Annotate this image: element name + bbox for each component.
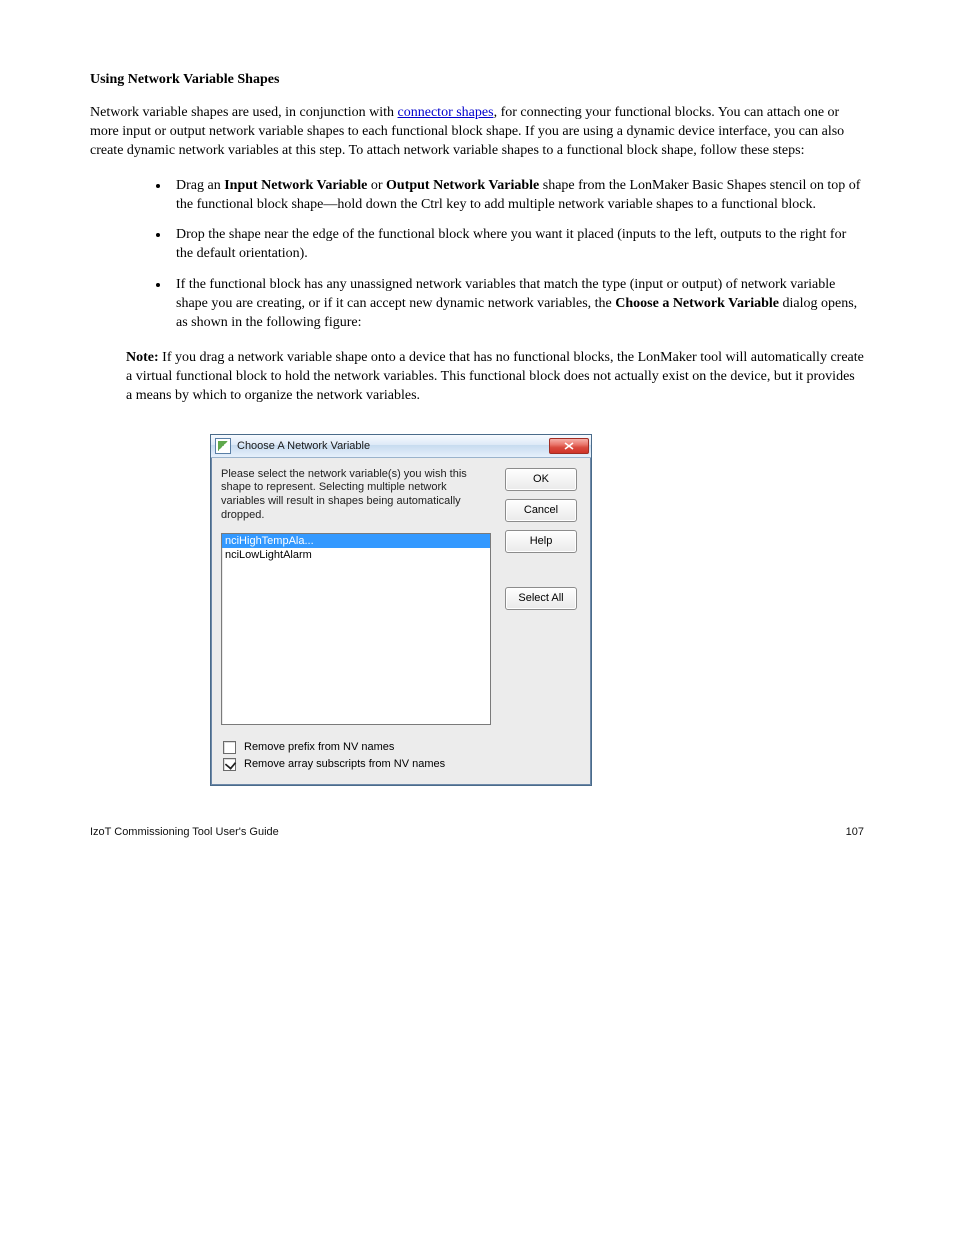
bullet-item: Drag an Input Network Variable or Output… — [170, 177, 864, 215]
bullet-item: Drop the shape near the edge of the func… — [170, 226, 864, 264]
close-button[interactable] — [549, 438, 589, 454]
note-label: Note: — [126, 350, 162, 365]
bullet-list: Drag an Input Network Variable or Output… — [90, 177, 864, 333]
dialog-titlebar: Choose A Network Variable — [211, 435, 591, 458]
bullet-text: Drag an — [176, 178, 224, 193]
connector-shapes-link[interactable]: connector shapes — [398, 105, 494, 120]
remove-subscripts-label: Remove array subscripts from NV names — [244, 758, 445, 770]
remove-prefix-checkbox[interactable] — [223, 741, 236, 754]
section-heading: Using Network Variable Shapes — [90, 72, 864, 88]
bullet-bold-2: Output Network Variable — [386, 178, 539, 193]
list-item[interactable]: nciHighTempAla... — [222, 534, 490, 548]
bullet-bold-1: Input Network Variable — [224, 178, 367, 193]
bullet-item: If the functional block has any unassign… — [170, 276, 864, 333]
dialog-instructions: Please select the network variable(s) yo… — [221, 468, 491, 523]
remove-subscripts-checkbox[interactable] — [223, 758, 236, 771]
app-icon — [215, 438, 231, 454]
bullet-bold-1: Choose a Network Variable — [615, 296, 779, 311]
cancel-button[interactable]: Cancel — [505, 499, 577, 522]
note-text: If you drag a network variable shape ont… — [126, 350, 864, 403]
remove-prefix-label: Remove prefix from NV names — [244, 741, 394, 753]
bullet-text: Drop the shape near the edge of the func… — [176, 227, 846, 261]
close-icon — [564, 442, 574, 450]
footer-left: IzoT Commissioning Tool User's Guide — [90, 826, 279, 838]
choose-nv-dialog: Choose A Network Variable Please select … — [210, 434, 592, 786]
help-button[interactable]: Help — [505, 530, 577, 553]
select-all-button[interactable]: Select All — [505, 587, 577, 610]
nv-listbox[interactable]: nciHighTempAla... nciLowLightAlarm — [221, 533, 491, 725]
bullet-text: or — [367, 178, 386, 193]
list-item[interactable]: nciLowLightAlarm — [222, 548, 490, 562]
ok-button[interactable]: OK — [505, 468, 577, 491]
dialog-title: Choose A Network Variable — [237, 440, 549, 452]
intro-text-1: Network variable shapes are used, in con… — [90, 105, 398, 120]
footer-page-number: 107 — [846, 826, 864, 838]
intro-paragraph: Network variable shapes are used, in con… — [90, 104, 864, 161]
